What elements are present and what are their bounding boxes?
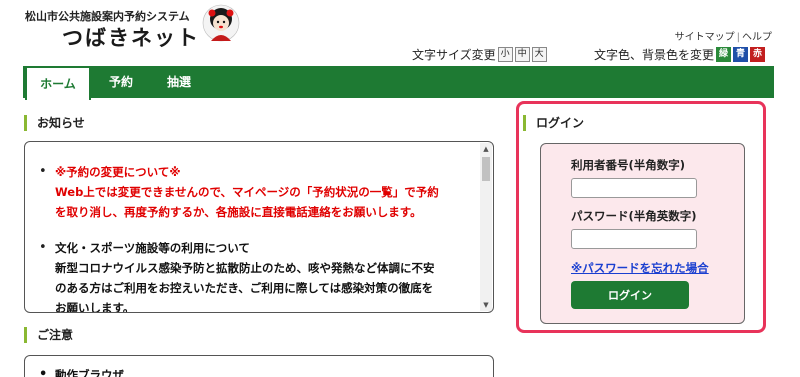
font-small-button[interactable]: 小 xyxy=(497,47,513,62)
font-medium-button[interactable]: 中 xyxy=(514,47,530,62)
user-id-input[interactable] xyxy=(571,178,697,198)
notice-line: Web上では変更できませんので、マイページの「予約状況の一覧」で予約 xyxy=(55,185,439,199)
caution-box: 動作ブラウザ xyxy=(24,355,494,377)
top-links: サイトマップ | ヘルプ xyxy=(675,28,772,43)
header: 松山市公共施設案内予約システム つばきネット サイトマップ | ヘルプ 文字サイズ変… xyxy=(0,0,800,66)
forgot-password-link[interactable]: ※パスワードを忘れた場合 xyxy=(571,260,709,276)
notice-item: 文化・スポーツ施設等の利用について 新型コロナウイルス感染予防と拡散防止のため、… xyxy=(37,238,477,313)
notice-line: を取り消し、再度予約するか、各施設に直接電話連絡をお願いします。 xyxy=(55,205,422,219)
scroll-up-icon[interactable]: ▲ xyxy=(480,143,492,155)
main-nav: ホーム 予約 抽選 xyxy=(23,66,774,100)
scroll-down-icon[interactable]: ▼ xyxy=(480,299,492,311)
login-button[interactable]: ログイン xyxy=(571,281,689,309)
notice-line: のある方はご利用をお控えいただき、ご利用に際しては感染対策の徹底を xyxy=(55,281,434,295)
sitemap-link[interactable]: サイトマップ xyxy=(675,32,735,43)
notices-scrollbar[interactable]: ▲ ▼ xyxy=(480,143,492,311)
color-change-label: 文字色、背景色を変更 xyxy=(594,48,715,62)
font-large-button[interactable]: 大 xyxy=(531,47,547,62)
help-link[interactable]: ヘルプ xyxy=(742,32,772,43)
notice-line: お願いします。 xyxy=(55,301,135,313)
color-blue-button[interactable]: 青 xyxy=(733,47,749,62)
caution-heading: ご注意 xyxy=(24,327,73,343)
font-size-label: 文字サイズ変更 xyxy=(412,48,496,62)
nav-lottery[interactable]: 抽選 xyxy=(151,66,207,98)
site-title[interactable]: つばきネット xyxy=(62,22,200,52)
font-size-changer: 文字サイズ変更 小 中 大 xyxy=(412,46,547,63)
password-input[interactable] xyxy=(571,229,697,249)
separator: | xyxy=(736,32,740,43)
notice-line: 新型コロナウイルス感染予防と拡散防止のため、咳や発熱など体調に不安 xyxy=(55,261,435,275)
nav-home[interactable]: ホーム xyxy=(25,66,91,100)
notices-box: ※予約の変更について※ Web上では変更できませんので、マイページの「予約状況の… xyxy=(24,141,494,313)
nav-reservation[interactable]: 予約 xyxy=(93,66,149,98)
color-changer: 文字色、背景色を変更 緑 青 赤 xyxy=(594,46,766,63)
user-id-label: 利用者番号(半角数字) xyxy=(571,158,686,172)
notice-title: 文化・スポーツ施設等の利用について xyxy=(55,241,250,255)
notice-title: ※予約の変更について※ xyxy=(55,165,181,179)
notices-content: ※予約の変更について※ Web上では変更できませんので、マイページの「予約状況の… xyxy=(37,162,477,313)
color-green-button[interactable]: 緑 xyxy=(716,47,732,62)
mascot-logo-icon xyxy=(202,4,240,42)
scroll-thumb[interactable] xyxy=(482,157,490,181)
caution-item: 動作ブラウザ xyxy=(37,367,124,377)
password-label: パスワード(半角英数字) xyxy=(571,209,697,223)
login-heading: ログイン xyxy=(523,115,584,131)
notice-item: ※予約の変更について※ Web上では変更できませんので、マイページの「予約状況の… xyxy=(37,162,477,222)
notices-heading: お知らせ xyxy=(24,115,85,131)
color-red-button[interactable]: 赤 xyxy=(750,47,766,62)
